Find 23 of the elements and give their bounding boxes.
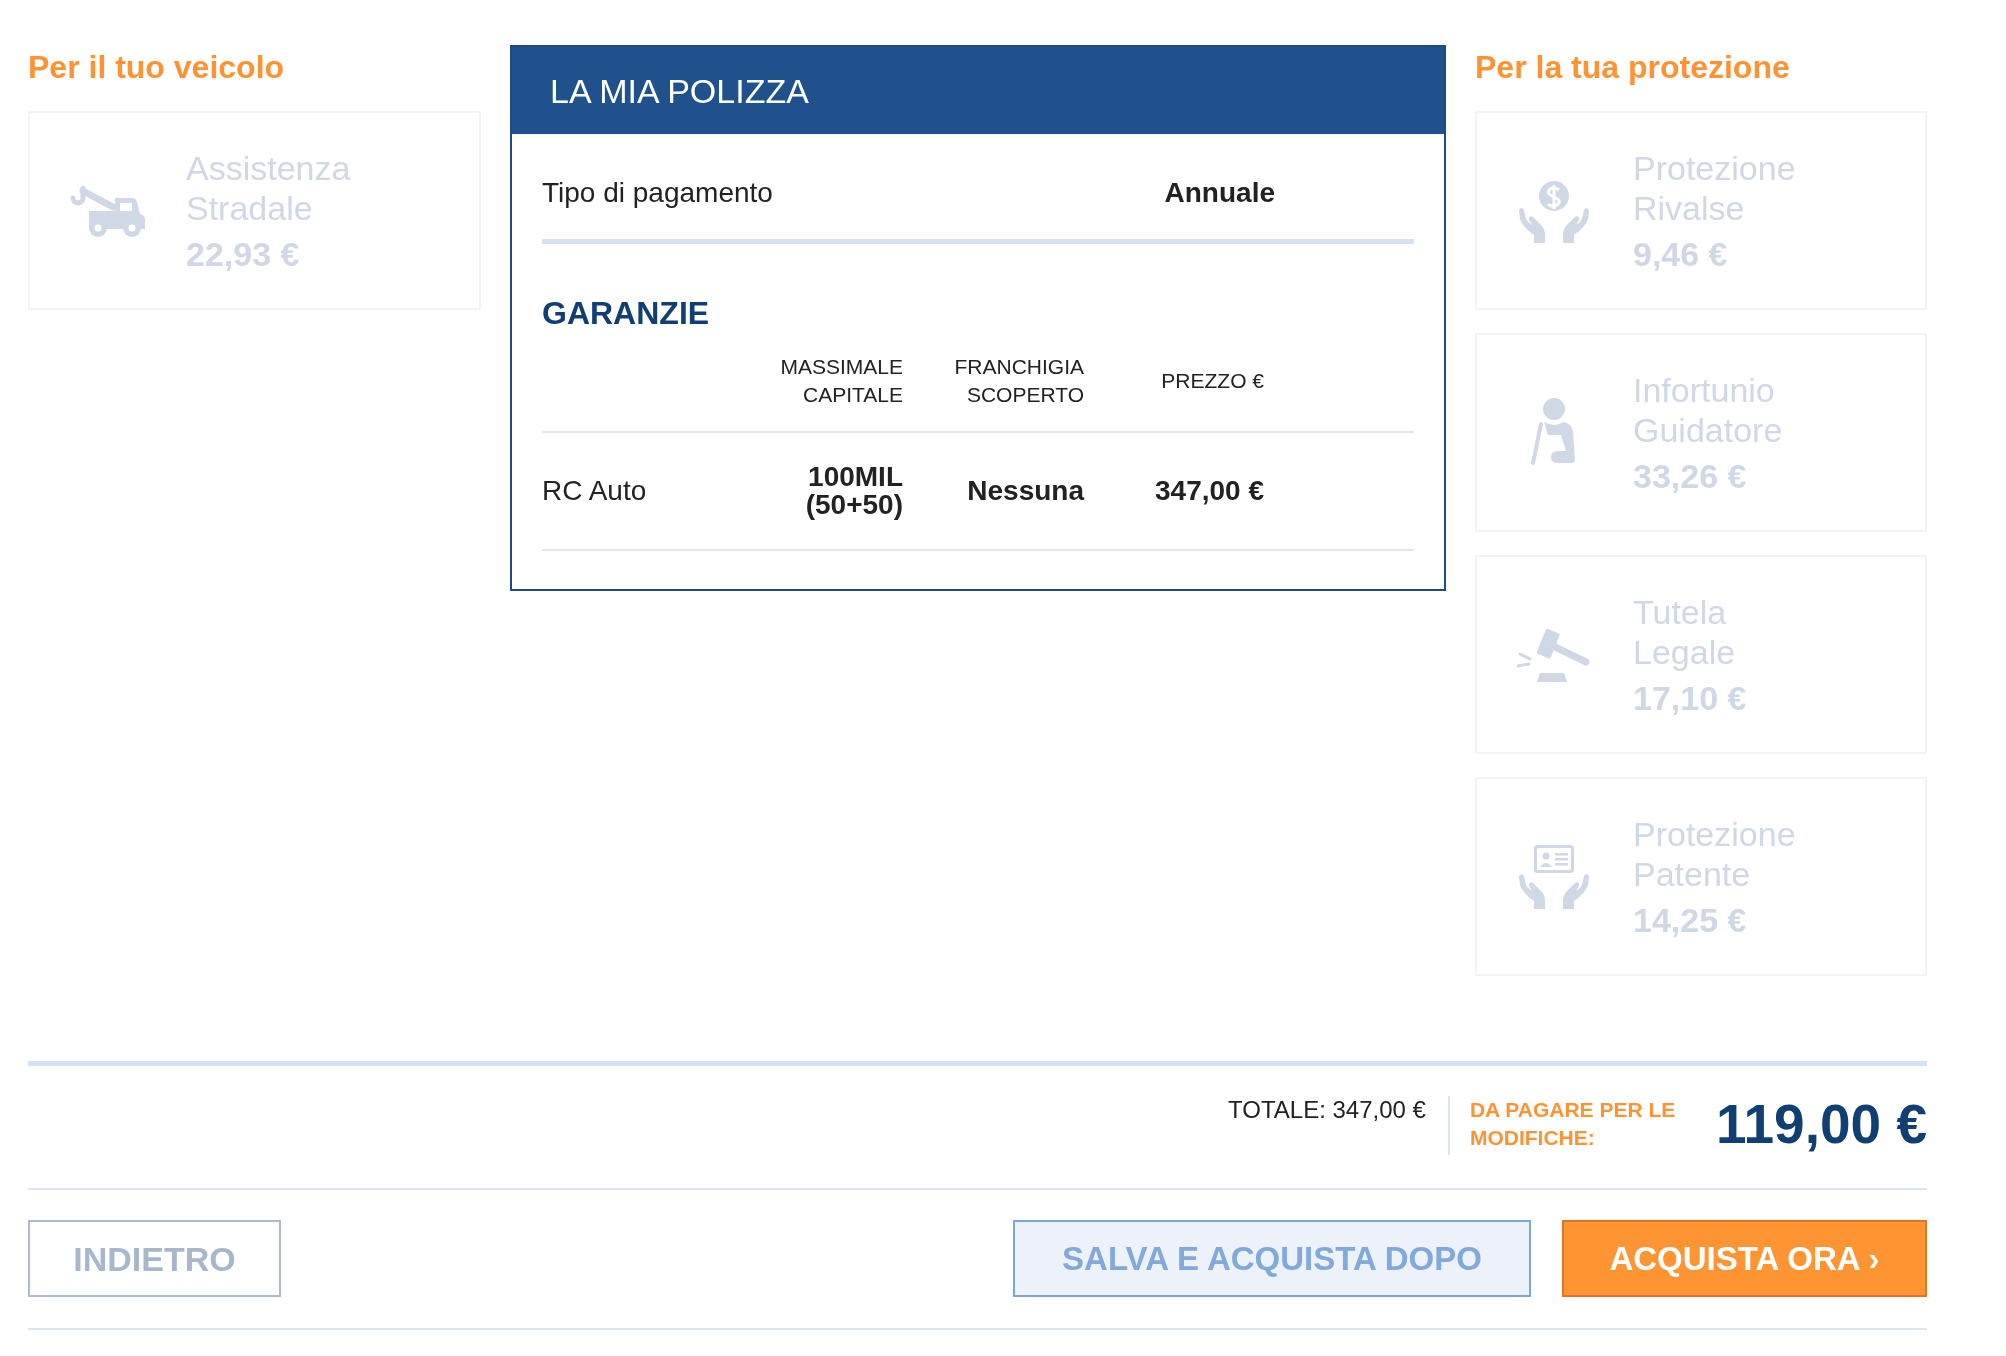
back-button[interactable]: INDIETRO <box>28 1220 281 1297</box>
id-card-in-hands-icon <box>1518 844 1590 909</box>
total-text: TOTALE: 347,00 € <box>1228 1096 1426 1124</box>
column-header: FRANCHIGIA SCOPERTO <box>953 354 1084 408</box>
column-header: PREZZO € <box>1160 368 1264 394</box>
panel-title: LA MIA POLIZZA <box>550 70 809 111</box>
table-cell-text: 347,00 € <box>1154 477 1264 505</box>
payment-label: Tipo di pagamento <box>542 176 773 210</box>
column-header: MASSIMALE CAPITALE <box>779 354 903 408</box>
section-title: Per il tuo veicolo <box>28 48 286 87</box>
payment-value: Annuale <box>1164 176 1275 210</box>
buy-button[interactable]: ACQUISTA ORA › <box>1562 1220 1927 1297</box>
table-cell-text: 100MIL (50+50) <box>804 463 903 519</box>
amount-due-label: DA PAGARE PER LE MODIFICHE: <box>1469 1097 1677 1151</box>
tow-truck-icon <box>69 184 145 237</box>
section-title: Per la tua protezione <box>1475 48 1791 87</box>
coverages-title: GARANZIE <box>542 294 711 332</box>
table-cell-text: RC Auto <box>542 477 648 505</box>
table-cell-text: Nessuna <box>966 477 1084 505</box>
gavel-icon <box>1517 627 1591 682</box>
save-button[interactable]: SALVA E ACQUISTA DOPO <box>1013 1220 1531 1297</box>
coin-in-hands-icon <box>1518 178 1590 243</box>
amount-due: 119,00 € <box>1715 1093 1927 1155</box>
